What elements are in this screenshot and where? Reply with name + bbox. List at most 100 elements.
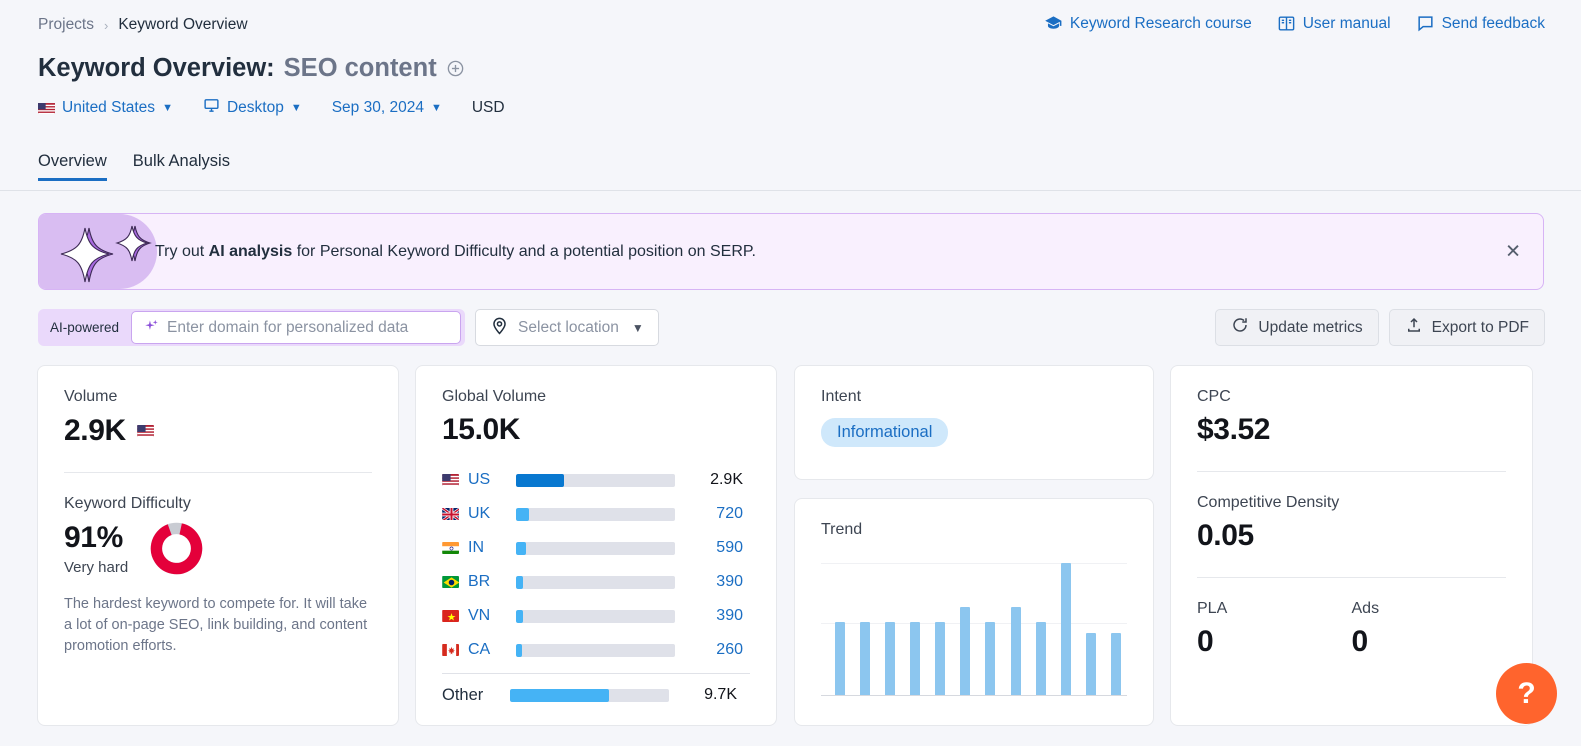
- export-to-pdf-button[interactable]: Export to PDF: [1388, 309, 1545, 346]
- trend-bar[interactable]: [1035, 622, 1046, 695]
- global-volume-row-value: 590: [716, 539, 743, 556]
- volume-label: Volume: [64, 388, 118, 405]
- global-volume-country-code[interactable]: UK: [468, 505, 516, 523]
- trend-bars: [835, 563, 1121, 695]
- uk-flag-icon: [442, 508, 459, 520]
- breadcrumb-current: Keyword Overview: [118, 16, 248, 33]
- global-volume-bar: [516, 507, 675, 521]
- trend-bar[interactable]: [910, 622, 921, 695]
- breadcrumb-projects[interactable]: Projects: [38, 16, 94, 34]
- trend-label: Trend: [821, 521, 863, 538]
- ai-powered-domain-group: AI-powered Enter domain for personalized…: [38, 309, 466, 346]
- tab-bulk-analysis[interactable]: Bulk Analysis: [133, 152, 230, 181]
- trend-card: Trend: [794, 498, 1154, 726]
- breadcrumb: Projects › Keyword Overview: [38, 16, 248, 34]
- select-location-button[interactable]: Select location ▼: [475, 309, 659, 346]
- global-volume-country-code[interactable]: BR: [468, 573, 516, 591]
- banner-text-before: Try out: [155, 242, 209, 260]
- global-volume-row: BR 390: [442, 565, 750, 599]
- keyword-overview-page: Projects › Keyword Overview Keyword Rese…: [0, 0, 1581, 746]
- pla-ads-row: PLA 0 Ads 0: [1197, 600, 1506, 659]
- trend-bar[interactable]: [985, 622, 996, 695]
- keyword-difficulty-donut: [150, 522, 203, 575]
- global-volume-other-bar: [510, 688, 669, 702]
- trend-bar[interactable]: [935, 622, 946, 695]
- pla-value: 0: [1197, 625, 1214, 658]
- keyword-difficulty-row: 91% Very hard: [64, 521, 372, 576]
- global-volume-bar: [516, 473, 675, 487]
- domain-input[interactable]: Enter domain for personalized data: [131, 311, 462, 344]
- global-volume-bar-fill: [516, 507, 529, 521]
- user-manual-link[interactable]: User manual: [1277, 14, 1391, 33]
- global-volume-row: CA 260: [442, 633, 750, 667]
- br-flag-icon: [442, 576, 459, 588]
- intent-label: Intent: [821, 388, 862, 405]
- global-volume-bar-fill: [516, 643, 523, 657]
- global-volume-country-code[interactable]: US: [468, 471, 516, 489]
- chevron-down-icon: ▼: [290, 102, 302, 114]
- us-flag-icon: [442, 474, 459, 486]
- us-flag-icon: [38, 102, 55, 114]
- keyword-difficulty-value: 91%: [64, 521, 123, 554]
- send-feedback-link[interactable]: Send feedback: [1416, 14, 1545, 33]
- plus-circle-icon[interactable]: [446, 59, 465, 78]
- tab-bulk-analysis-label: Bulk Analysis: [132, 152, 230, 170]
- global-volume-other-fill: [510, 688, 609, 702]
- date-filter[interactable]: Sep 30, 2024 ▼: [332, 99, 442, 117]
- trend-bar[interactable]: [1110, 632, 1121, 695]
- ai-analysis-banner: Try out AI analysis for Personal Keyword…: [38, 213, 1544, 290]
- trend-bar[interactable]: [885, 622, 896, 695]
- trend-bar[interactable]: [1010, 606, 1021, 695]
- trend-bar[interactable]: [960, 606, 971, 695]
- ads-block: Ads 0: [1352, 600, 1507, 659]
- banner-text-after: for Personal Keyword Difficulty and a po…: [292, 242, 756, 260]
- in-flag-icon: [442, 542, 459, 554]
- intent-card: Intent Informational: [794, 365, 1154, 480]
- pla-label: PLA: [1197, 600, 1228, 617]
- export-to-pdf-label: Export to PDF: [1431, 318, 1529, 336]
- device-filter[interactable]: Desktop ▼: [203, 97, 302, 119]
- divider: [1197, 471, 1506, 472]
- update-metrics-button[interactable]: Update metrics: [1215, 309, 1379, 346]
- competitive-density-value: 0.05: [1197, 519, 1254, 552]
- ca-flag-icon: [442, 644, 459, 656]
- trend-bar[interactable]: [1085, 632, 1096, 695]
- help-button[interactable]: ?: [1496, 663, 1557, 724]
- currency-value: USD: [471, 99, 505, 116]
- global-volume-row-value: 390: [716, 607, 743, 624]
- vn-flag-icon: [442, 610, 459, 622]
- book-icon: [1277, 14, 1296, 33]
- trend-bar[interactable]: [860, 622, 871, 695]
- sparkle-icon: [144, 318, 159, 338]
- global-volume-row-value: 2.9K: [710, 471, 743, 488]
- cpc-value: $3.52: [1197, 413, 1271, 446]
- global-volume-row: IN 590: [442, 531, 750, 565]
- toolbar-left: AI-powered Enter domain for personalized…: [38, 309, 659, 346]
- keyword-difficulty-description: The hardest keyword to compete for. It w…: [64, 596, 368, 655]
- trend-bar[interactable]: [835, 622, 845, 695]
- global-volume-row-value: 260: [716, 641, 743, 658]
- global-volume-row-value: 720: [716, 505, 743, 522]
- global-volume-other-value: 9.7K: [704, 686, 737, 703]
- country-filter-label: United States: [62, 99, 156, 116]
- banner-text: Try out AI analysis for Personal Keyword…: [155, 243, 756, 261]
- intent-chip[interactable]: Informational: [821, 418, 949, 447]
- export-icon: [1405, 316, 1423, 339]
- select-location-label: Select location: [518, 318, 619, 336]
- axis-line: [821, 695, 1127, 696]
- global-volume-country-code[interactable]: IN: [468, 539, 516, 557]
- refresh-icon: [1231, 316, 1249, 339]
- country-filter[interactable]: United States ▼: [38, 99, 173, 117]
- trend-chart: [821, 563, 1127, 696]
- global-volume-country-code[interactable]: VN: [468, 607, 516, 625]
- sparkles-icon: [60, 225, 152, 283]
- pla-block: PLA 0: [1197, 600, 1352, 659]
- tab-overview[interactable]: Overview: [38, 152, 107, 181]
- trend-bar[interactable]: [1060, 563, 1071, 695]
- tab-divider: [0, 190, 1581, 191]
- page-title-prefix: Keyword Overview:: [38, 54, 275, 82]
- global-volume-country-code[interactable]: CA: [468, 641, 516, 659]
- keyword-research-course-link[interactable]: Keyword Research course: [1044, 14, 1252, 33]
- close-icon[interactable]: ✕: [1505, 242, 1521, 261]
- global-volume-value: 15.0K: [442, 413, 521, 446]
